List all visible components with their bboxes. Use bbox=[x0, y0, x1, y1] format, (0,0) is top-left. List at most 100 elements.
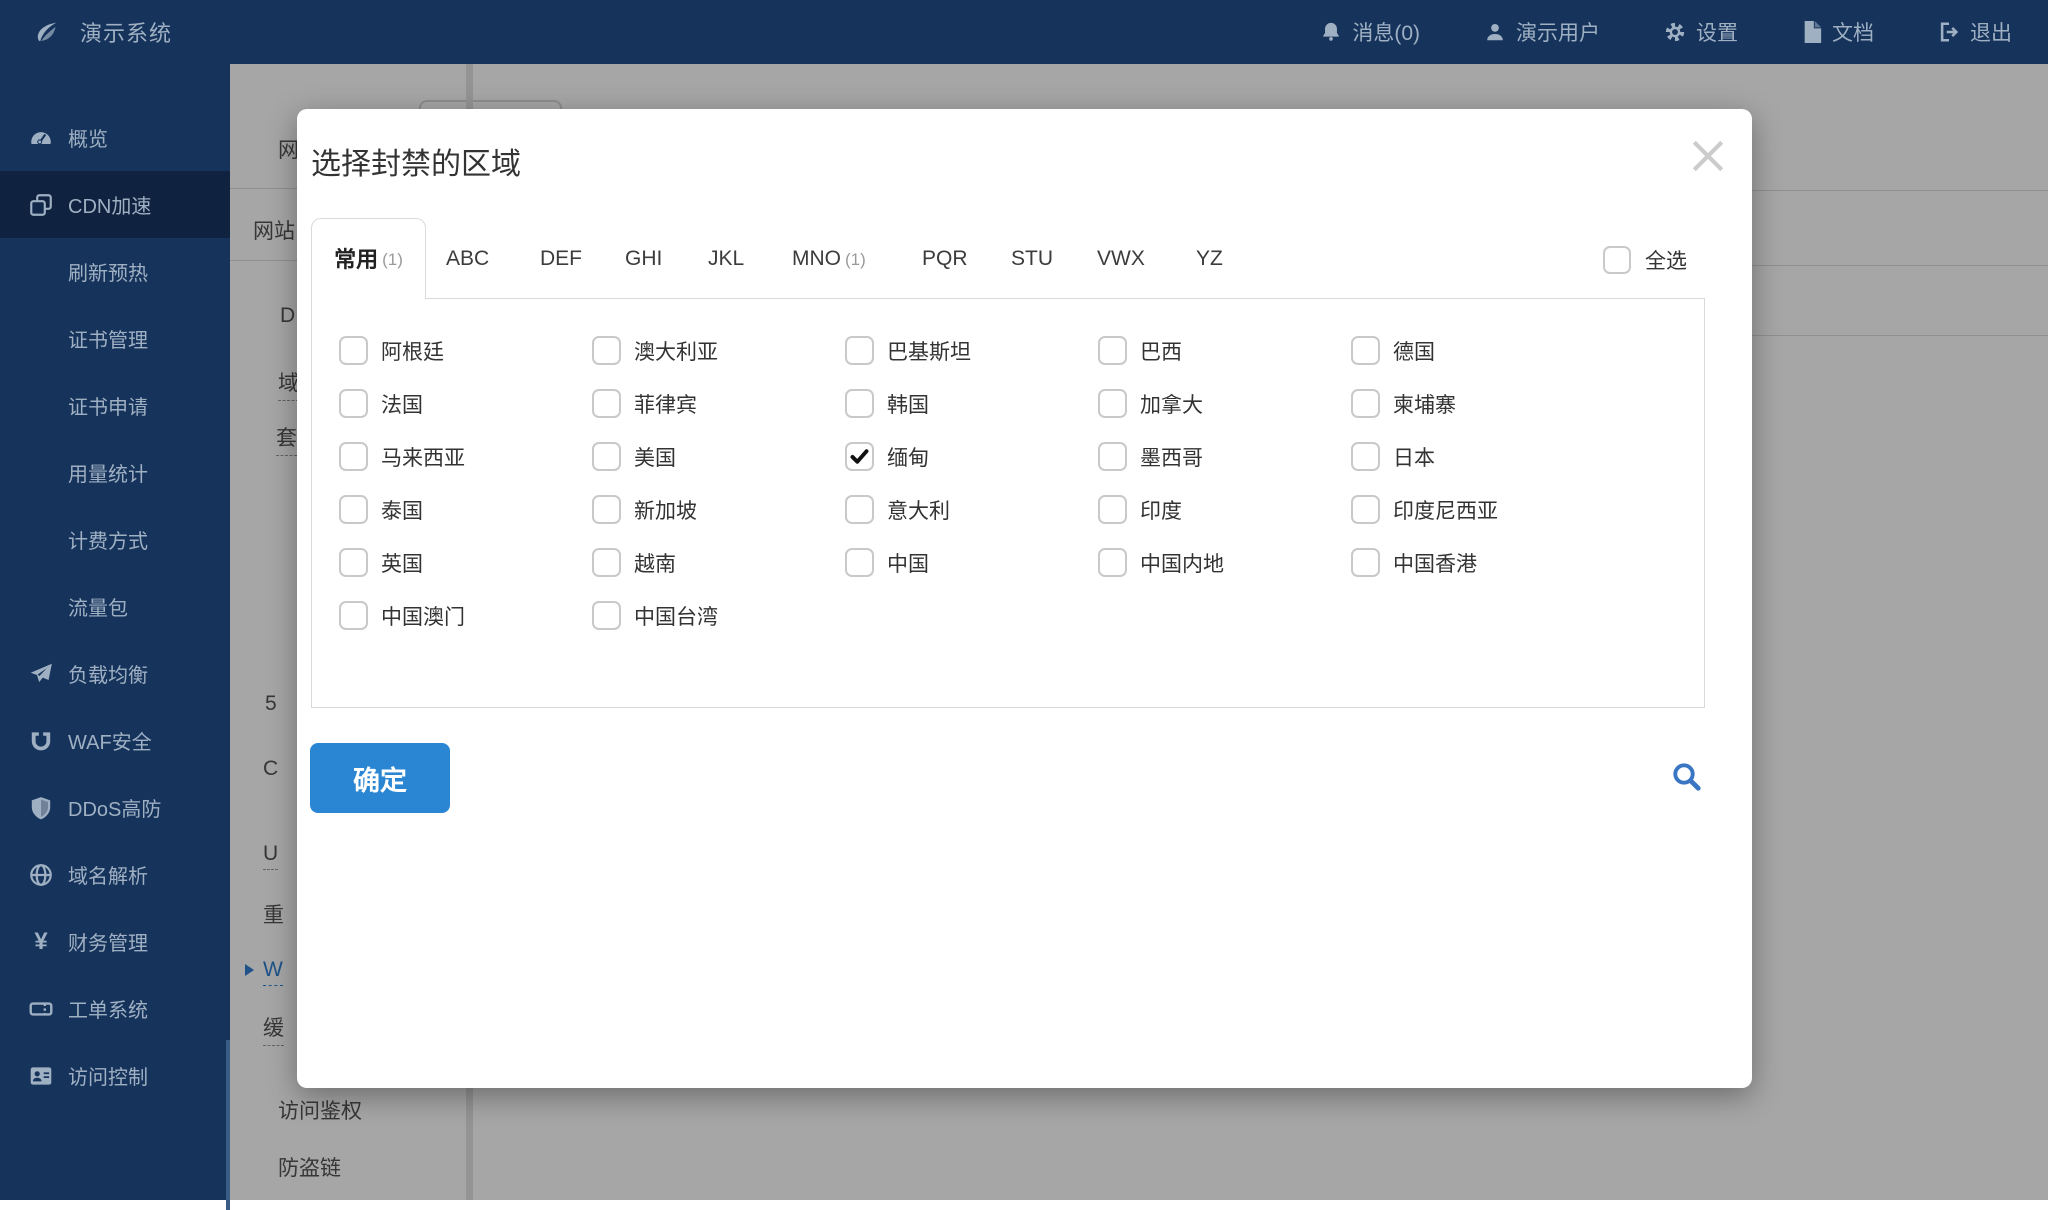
country-checkbox[interactable] bbox=[845, 548, 874, 577]
settings-nav-item[interactable]: 设置 bbox=[1664, 17, 1738, 47]
country-checkbox-checked[interactable] bbox=[845, 442, 874, 471]
country-checkbox[interactable] bbox=[339, 336, 368, 365]
country-item[interactable]: 加拿大 bbox=[1098, 377, 1351, 430]
sidebar-item-ddos[interactable]: DDoS高防 bbox=[0, 774, 230, 841]
sidebar-item-finance[interactable]: ¥ 财务管理 bbox=[0, 908, 230, 975]
country-checkbox[interactable] bbox=[845, 495, 874, 524]
tab-jkl[interactable]: JKL bbox=[708, 218, 744, 299]
country-checkbox[interactable] bbox=[339, 389, 368, 418]
select-all-checkbox-item[interactable]: 全选 bbox=[1603, 245, 1687, 275]
country-checkbox[interactable] bbox=[1351, 495, 1380, 524]
country-label: 缅甸 bbox=[887, 442, 929, 472]
tab-yz[interactable]: YZ bbox=[1196, 218, 1223, 299]
country-checkbox[interactable] bbox=[1098, 336, 1127, 365]
country-checkbox[interactable] bbox=[845, 389, 874, 418]
sidebar-item-access-control[interactable]: 访问控制 bbox=[0, 1042, 230, 1109]
country-checkbox[interactable] bbox=[1351, 442, 1380, 471]
country-item[interactable]: 泰国 bbox=[339, 483, 592, 536]
sidebar-item-label: 用量统计 bbox=[68, 458, 148, 487]
sidebar-item-cert-management[interactable]: 证书管理 bbox=[0, 305, 230, 372]
country-item[interactable]: 意大利 bbox=[845, 483, 1098, 536]
sidebar-scrollbar[interactable] bbox=[226, 1040, 230, 1210]
country-checkbox[interactable] bbox=[592, 548, 621, 577]
country-checkbox[interactable] bbox=[339, 442, 368, 471]
tab-def[interactable]: DEF bbox=[540, 218, 582, 299]
sidebar-item-traffic-package[interactable]: 流量包 bbox=[0, 573, 230, 640]
sidebar-item-billing[interactable]: 计费方式 bbox=[0, 506, 230, 573]
tab-vwx[interactable]: VWX bbox=[1097, 218, 1145, 299]
country-checkbox[interactable] bbox=[339, 495, 368, 524]
sidebar-item-load-balancing[interactable]: 负载均衡 bbox=[0, 640, 230, 707]
country-checkbox[interactable] bbox=[1351, 548, 1380, 577]
country-item[interactable]: 马来西亚 bbox=[339, 430, 592, 483]
logout-nav-item[interactable]: 退出 bbox=[1938, 17, 2012, 47]
tab-abc[interactable]: ABC bbox=[446, 218, 489, 299]
country-item[interactable]: 德国 bbox=[1351, 324, 1604, 377]
country-checkbox[interactable] bbox=[592, 336, 621, 365]
sidebar-item-overview[interactable]: 概览 bbox=[0, 104, 230, 171]
country-item[interactable]: 印度尼西亚 bbox=[1351, 483, 1604, 536]
user-nav-item[interactable]: 演示用户 bbox=[1484, 17, 1600, 47]
tab-pqr[interactable]: PQR bbox=[922, 218, 968, 299]
select-all-checkbox[interactable] bbox=[1603, 246, 1631, 274]
country-item[interactable]: 韩国 bbox=[845, 377, 1098, 430]
country-item[interactable]: 美国 bbox=[592, 430, 845, 483]
country-label: 德国 bbox=[1393, 336, 1435, 366]
tab-mno[interactable]: MNO(1) bbox=[792, 218, 866, 299]
close-icon[interactable] bbox=[1683, 131, 1733, 181]
tab-ghi[interactable]: GHI bbox=[625, 218, 662, 299]
country-item[interactable]: 澳大利亚 bbox=[592, 324, 845, 377]
country-item[interactable]: 柬埔寨 bbox=[1351, 377, 1604, 430]
sidebar-item-cert-apply[interactable]: 证书申请 bbox=[0, 372, 230, 439]
country-item[interactable]: 阿根廷 bbox=[339, 324, 592, 377]
country-checkbox[interactable] bbox=[339, 601, 368, 630]
docs-nav-item[interactable]: 文档 bbox=[1802, 17, 1874, 47]
country-item[interactable]: 中国香港 bbox=[1351, 536, 1604, 589]
country-item[interactable]: 日本 bbox=[1351, 430, 1604, 483]
country-item[interactable]: 印度 bbox=[1098, 483, 1351, 536]
sidebar-item-refresh-prewarm[interactable]: 刷新预热 bbox=[0, 238, 230, 305]
tab-common[interactable]: 常用 (1) bbox=[311, 218, 426, 299]
country-item-checked[interactable]: 缅甸 bbox=[845, 430, 1098, 483]
country-item[interactable]: 菲律宾 bbox=[592, 377, 845, 430]
country-checkbox[interactable] bbox=[1098, 442, 1127, 471]
country-checkbox[interactable] bbox=[1351, 389, 1380, 418]
region-block-modal: 选择封禁的区域 常用 (1) ABC DEF GHI JKL MNO(1) PQ… bbox=[297, 109, 1752, 1088]
country-checkbox[interactable] bbox=[592, 389, 621, 418]
country-item[interactable]: 巴基斯坦 bbox=[845, 324, 1098, 377]
search-icon[interactable] bbox=[1669, 759, 1705, 795]
country-checkbox[interactable] bbox=[592, 442, 621, 471]
country-item[interactable]: 巴西 bbox=[1098, 324, 1351, 377]
country-checkbox[interactable] bbox=[1098, 389, 1127, 418]
country-checkbox[interactable] bbox=[1351, 336, 1380, 365]
tab-label: 常用 bbox=[334, 219, 378, 300]
sidebar-item-waf[interactable]: WAF安全 bbox=[0, 707, 230, 774]
sidebar-item-ticket[interactable]: 工单系统 bbox=[0, 975, 230, 1042]
country-item[interactable]: 中国澳门 bbox=[339, 589, 592, 642]
country-checkbox[interactable] bbox=[1098, 495, 1127, 524]
country-item[interactable]: 墨西哥 bbox=[1098, 430, 1351, 483]
document-icon bbox=[1802, 21, 1822, 43]
sidebar-item-dns[interactable]: 域名解析 bbox=[0, 841, 230, 908]
country-item[interactable]: 中国台湾 bbox=[592, 589, 845, 642]
sidebar-item-usage-stats[interactable]: 用量统计 bbox=[0, 439, 230, 506]
logout-icon bbox=[1938, 21, 1960, 43]
country-checkbox[interactable] bbox=[592, 495, 621, 524]
country-item[interactable]: 英国 bbox=[339, 536, 592, 589]
tab-stu[interactable]: STU bbox=[1011, 218, 1053, 299]
country-item[interactable]: 新加坡 bbox=[592, 483, 845, 536]
country-checkbox[interactable] bbox=[845, 336, 874, 365]
sidebar-item-label: 负载均衡 bbox=[68, 659, 148, 688]
messages-nav-item[interactable]: 消息(0) bbox=[1320, 17, 1420, 47]
country-label: 印度 bbox=[1140, 495, 1182, 525]
country-item[interactable]: 中国内地 bbox=[1098, 536, 1351, 589]
country-item[interactable]: 中国 bbox=[845, 536, 1098, 589]
country-item[interactable]: 越南 bbox=[592, 536, 845, 589]
country-checkbox[interactable] bbox=[592, 601, 621, 630]
country-checkbox[interactable] bbox=[339, 548, 368, 577]
country-item[interactable]: 法国 bbox=[339, 377, 592, 430]
sidebar-item-cdn[interactable]: CDN加速 bbox=[0, 171, 230, 238]
country-label: 中国澳门 bbox=[381, 601, 465, 631]
country-checkbox[interactable] bbox=[1098, 548, 1127, 577]
confirm-button[interactable]: 确定 bbox=[310, 743, 450, 813]
